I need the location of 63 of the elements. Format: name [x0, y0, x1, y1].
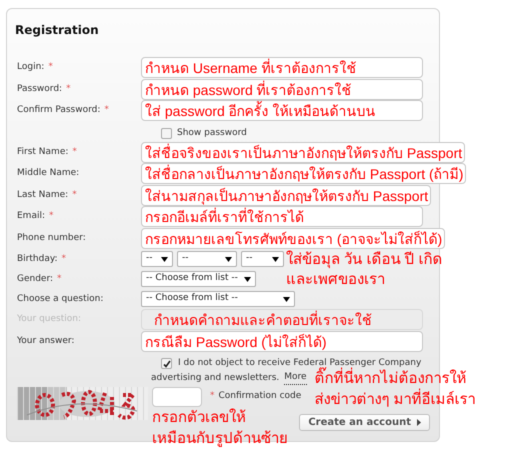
create-account-button[interactable]: Create an account: [299, 414, 430, 431]
dropdown[interactable]: --: [141, 251, 173, 267]
annotation: และเพศของเรา: [286, 270, 386, 290]
annotation: ส่งข่าวต่างๆ มาที่อีเมล์เรา: [314, 389, 476, 410]
input-field[interactable]: กรอกอีเมล์ที่เราที่ใช้การได้: [141, 206, 423, 227]
dropdown[interactable]: --: [177, 251, 237, 267]
dropdown[interactable]: -- Choose from list --: [141, 271, 256, 287]
required-mark: *: [72, 190, 77, 200]
input-field[interactable]: กำหนด password ที่เราต้องการใช้: [141, 78, 423, 100]
dropdown[interactable]: --: [241, 251, 284, 267]
dropdown-value: --: [182, 252, 188, 266]
required-mark: *: [104, 105, 109, 115]
dropdown-value: --: [246, 252, 252, 266]
field-label: Choose a question:: [17, 294, 104, 304]
dropdown-value: -- Choose from list --: [146, 272, 238, 286]
annotation: เหมือนกับรูปด้านซ้าย: [152, 429, 289, 449]
required-mark: *: [62, 254, 66, 264]
input-field[interactable]: ใส่ชื่อจริงของเราเป็นภาษาอังกฤษให้ตรงกับ Passport: [141, 142, 466, 162]
dropdown[interactable]: -- Choose from list --: [141, 291, 295, 307]
arrow-icon: [417, 419, 421, 426]
dropdown-value: --: [146, 252, 152, 266]
checkmark-icon: [162, 360, 170, 368]
input-field[interactable]: [152, 387, 202, 407]
field-label: Your answer:: [17, 336, 74, 346]
field-label: Password:: [17, 84, 62, 94]
panel-title: Registration: [15, 23, 99, 37]
caret-icon: [161, 256, 168, 262]
field-label: Middle Name:: [17, 168, 80, 178]
field-label: Email:: [17, 211, 46, 221]
checkbox-label: Show password: [177, 126, 247, 140]
field-label: Phone number:: [17, 232, 86, 242]
consent-text: advertising and newsletters.: [151, 372, 280, 385]
caret-icon: [272, 256, 279, 262]
required-mark: *: [49, 211, 54, 221]
input-field[interactable]: กรณีลืม Password (ไม่ใส่ก็ได้): [141, 330, 423, 352]
checkbox[interactable]: [161, 128, 172, 139]
annotation: ใส่ข้อมุล วัน เดือน ปี เกิด: [286, 250, 443, 270]
field-label: Last Name:: [17, 190, 68, 200]
field-label: Confirmation code: [218, 391, 302, 401]
field-label: Login:: [17, 62, 44, 72]
annotation: ติ๊กที่นี่หากไม่ต้องการให้: [314, 368, 476, 389]
checkbox[interactable]: [161, 358, 172, 369]
input-field[interactable]: ใส่ชื่อกลางเป็นภาษาอังกฤษให้ตรงกับ Passport (ถ้ามี): [141, 163, 466, 184]
input-field[interactable]: กำหนด Username ที่เราต้องการใช้: [141, 57, 423, 78]
required-mark: *: [57, 274, 62, 284]
consent-text: I do not object to receive Federal Passenger Company: [178, 357, 422, 368]
dropdown-value: -- Choose from list --: [146, 292, 238, 306]
annotation: กรอกตัวเลขให้: [152, 408, 247, 428]
caret-icon: [283, 296, 290, 302]
input-field[interactable]: ใส่นามสกุลเป็นภาษาอังกฤษให้ตรงกับ Passport: [141, 184, 432, 206]
field-label: Gender:: [17, 274, 54, 284]
required-mark: *: [48, 62, 53, 72]
caret-icon: [225, 256, 232, 262]
field-label: First Name:: [17, 146, 68, 156]
field-label: Confirm Password:: [17, 105, 100, 115]
required-mark: *: [72, 146, 77, 156]
input-field[interactable]: ใส่ password อีกครั้ง ให้เหมือนด้านบน: [141, 100, 423, 121]
required-mark: *: [66, 84, 71, 94]
required-mark: *: [210, 391, 214, 401]
caret-icon: [244, 276, 251, 282]
input-field[interactable]: กรอกหมายเลขโทรศัพท์ของเรา (อาจจะไม่ใส่ก็ได้): [141, 228, 446, 248]
more-link[interactable]: More: [284, 371, 307, 385]
field-label: Birthday:: [17, 254, 58, 264]
